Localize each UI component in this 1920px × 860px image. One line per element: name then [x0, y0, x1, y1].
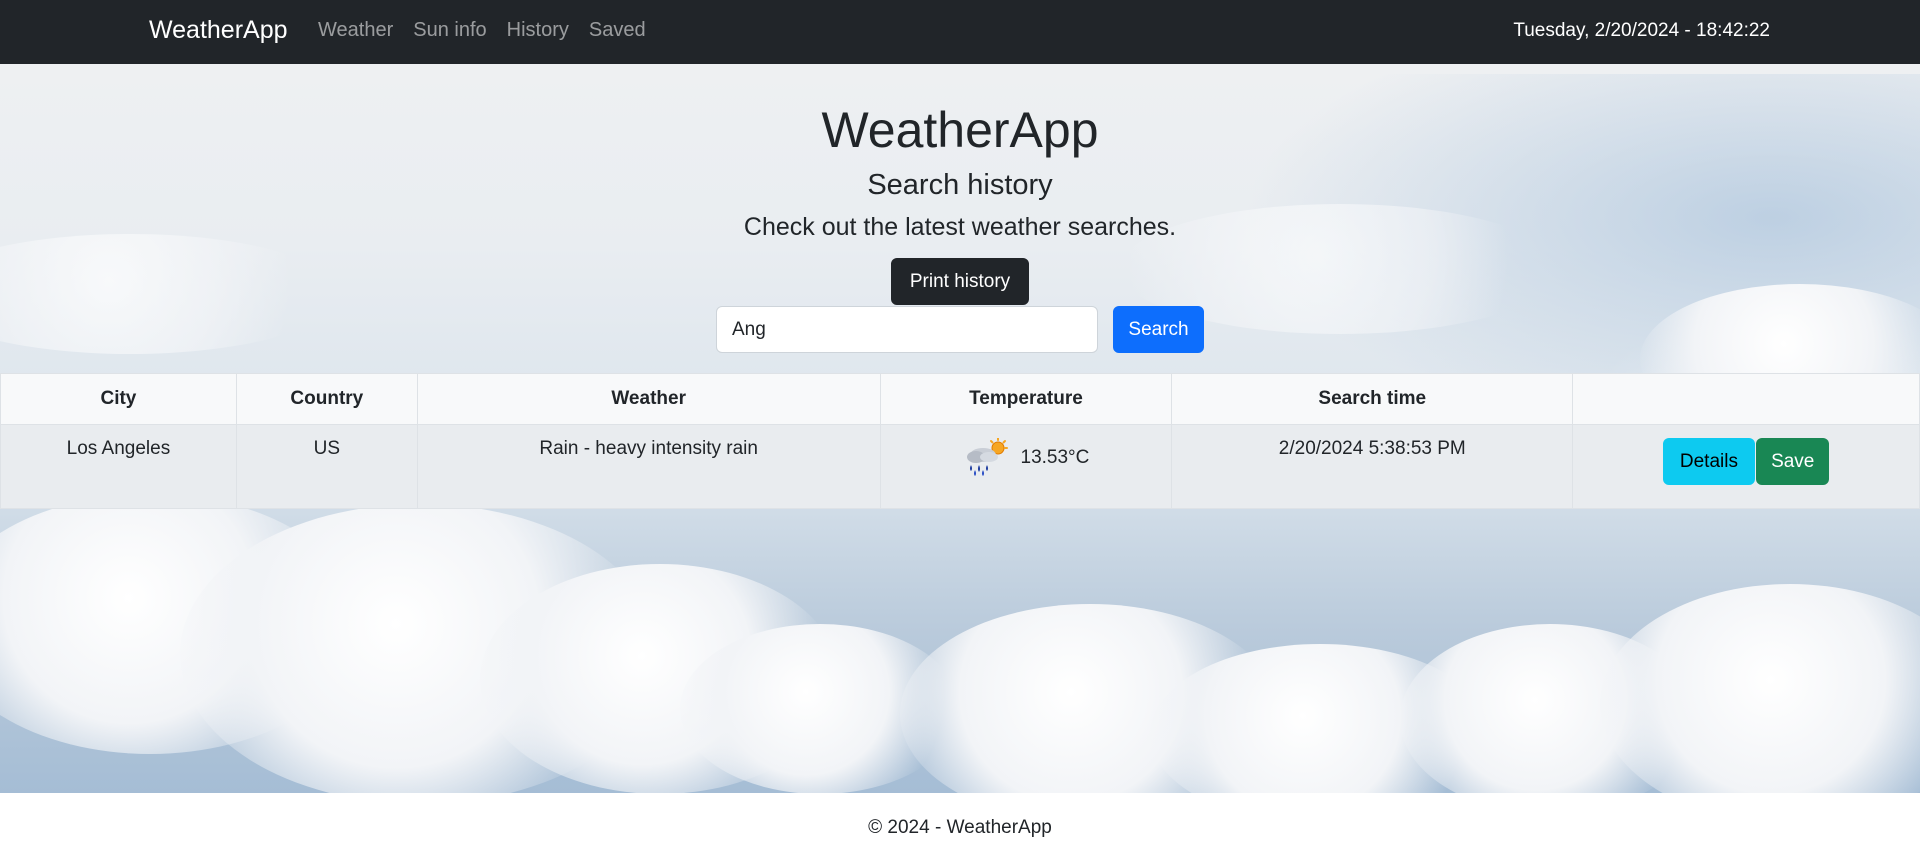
nav-clock: Tuesday, 2/20/2024 - 18:42:22	[1513, 20, 1770, 41]
nav-link-saved[interactable]: Saved	[589, 19, 646, 42]
header-city: City	[0, 373, 237, 425]
footer-text: © 2024 - WeatherApp	[868, 817, 1052, 838]
header-actions	[1572, 373, 1920, 425]
search-button[interactable]: Search	[1113, 306, 1204, 353]
header-country: Country	[235, 373, 418, 425]
table-row: Los Angeles US Rain - heavy intensity ra…	[0, 424, 1920, 509]
header-weather: Weather	[416, 373, 881, 425]
cell-temperature: 13.53°C	[879, 424, 1173, 509]
nav-link-history[interactable]: History	[507, 19, 569, 42]
cell-city: Los Angeles	[0, 424, 237, 509]
cell-search-time: 2/20/2024 5:38:53 PM	[1171, 424, 1574, 509]
temperature-value: 13.53°C	[1020, 447, 1090, 468]
header-temperature: Temperature	[879, 373, 1173, 425]
print-history-button[interactable]: Print history	[891, 258, 1029, 305]
table-header-row: City Country Weather Temperature Search …	[0, 373, 1920, 425]
page-title: WeatherApp	[821, 102, 1099, 158]
cell-weather: Rain - heavy intensity rain	[416, 424, 881, 509]
search-input[interactable]	[716, 306, 1098, 353]
nav-link-weather[interactable]: Weather	[318, 19, 393, 42]
hero: WeatherApp Search history Check out the …	[0, 100, 1920, 242]
nav-links: Weather Sun info History Saved	[318, 19, 646, 42]
navbar-brand[interactable]: WeatherApp	[149, 16, 288, 45]
cell-actions: Details Save	[1572, 424, 1920, 509]
history-table: City Country Weather Temperature Search …	[0, 373, 1920, 509]
details-button[interactable]: Details	[1662, 438, 1755, 485]
nav-link-sun-info[interactable]: Sun info	[413, 19, 486, 42]
page-description: Check out the latest weather searches.	[743, 213, 1177, 241]
save-button[interactable]: Save	[1756, 438, 1830, 485]
navbar: WeatherApp Weather Sun info History Save…	[0, 0, 1920, 64]
header-search-time: Search time	[1171, 373, 1574, 425]
rain-sun-icon	[966, 438, 1008, 476]
cell-country: US	[235, 424, 418, 509]
page-subtitle: Search history	[867, 169, 1053, 201]
